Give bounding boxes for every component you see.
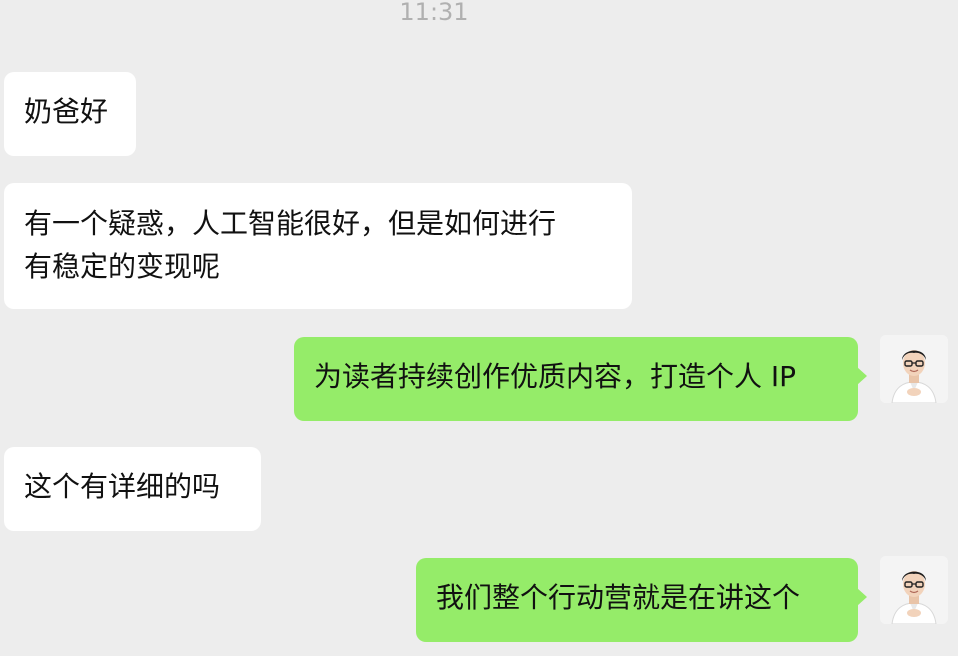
- message-text: 为读者持续创作优质内容，打造个人 IP: [314, 360, 797, 393]
- message-bubble-outgoing[interactable]: 为读者持续创作优质内容，打造个人 IP: [294, 337, 867, 421]
- message-bubble-incoming[interactable]: 有一个疑惑，人工智能很好，但是如何进行 有稳定的变现呢: [4, 183, 632, 309]
- avatar-man-glasses-icon: [880, 335, 948, 403]
- message-text: 有一个疑惑，人工智能很好，但是如何进行: [24, 207, 557, 240]
- message-text: 这个有详细的吗: [24, 470, 221, 503]
- message-text: 有稳定的变现呢: [24, 250, 221, 283]
- message-text: 奶爸好: [24, 95, 109, 128]
- message-text: 我们整个行动营就是在讲这个: [436, 581, 801, 614]
- self-avatar[interactable]: [880, 556, 948, 624]
- message-bubble-incoming[interactable]: 奶爸好: [4, 72, 136, 156]
- message-bubble-outgoing[interactable]: 我们整个行动营就是在讲这个: [416, 558, 867, 642]
- message-timestamp: 11:31: [399, 0, 469, 26]
- avatar-man-glasses-icon: [880, 556, 948, 624]
- message-bubble-incoming[interactable]: 这个有详细的吗: [4, 447, 261, 531]
- self-avatar[interactable]: [880, 335, 948, 403]
